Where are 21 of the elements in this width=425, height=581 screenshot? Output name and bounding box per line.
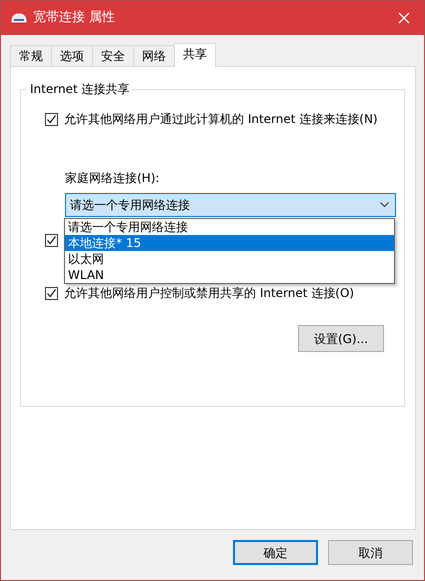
sharing-checkbox[interactable]: [45, 113, 58, 126]
chevron-down-icon: [380, 202, 389, 208]
home-network-dropdown[interactable]: 请选一个专用网络连接: [65, 193, 396, 217]
cancel-button[interactable]: 取消: [328, 540, 413, 565]
dropdown-option[interactable]: WLAN: [65, 267, 394, 283]
checkbox-label: 允许其他网络用户通过此计算机的 Internet 连接来连接(N): [64, 112, 378, 127]
ok-button[interactable]: 确定: [233, 540, 318, 565]
checkbox-label: 允许其他网络用户控制或禁用共享的 Internet 连接(O): [64, 286, 354, 301]
tab[interactable]: 常规: [10, 45, 52, 67]
dropdown-option[interactable]: 以太网: [65, 251, 394, 267]
settings-button[interactable]: 设置(G)...: [298, 325, 384, 352]
checkbox[interactable]: [45, 234, 58, 247]
close-icon: [398, 12, 410, 24]
window-title: 宽带连接 属性: [33, 9, 116, 28]
modem-icon: [11, 13, 27, 23]
field-label: 家庭网络连接(H):: [65, 171, 160, 186]
tab[interactable]: 共享: [174, 43, 216, 67]
group-title: Internet 连接共享: [27, 82, 132, 97]
dropdown-option[interactable]: 请选一个专用网络连接: [65, 219, 394, 235]
control-checkbox[interactable]: [45, 287, 58, 300]
dropdown-option[interactable]: 本地连接* 15: [65, 235, 394, 251]
